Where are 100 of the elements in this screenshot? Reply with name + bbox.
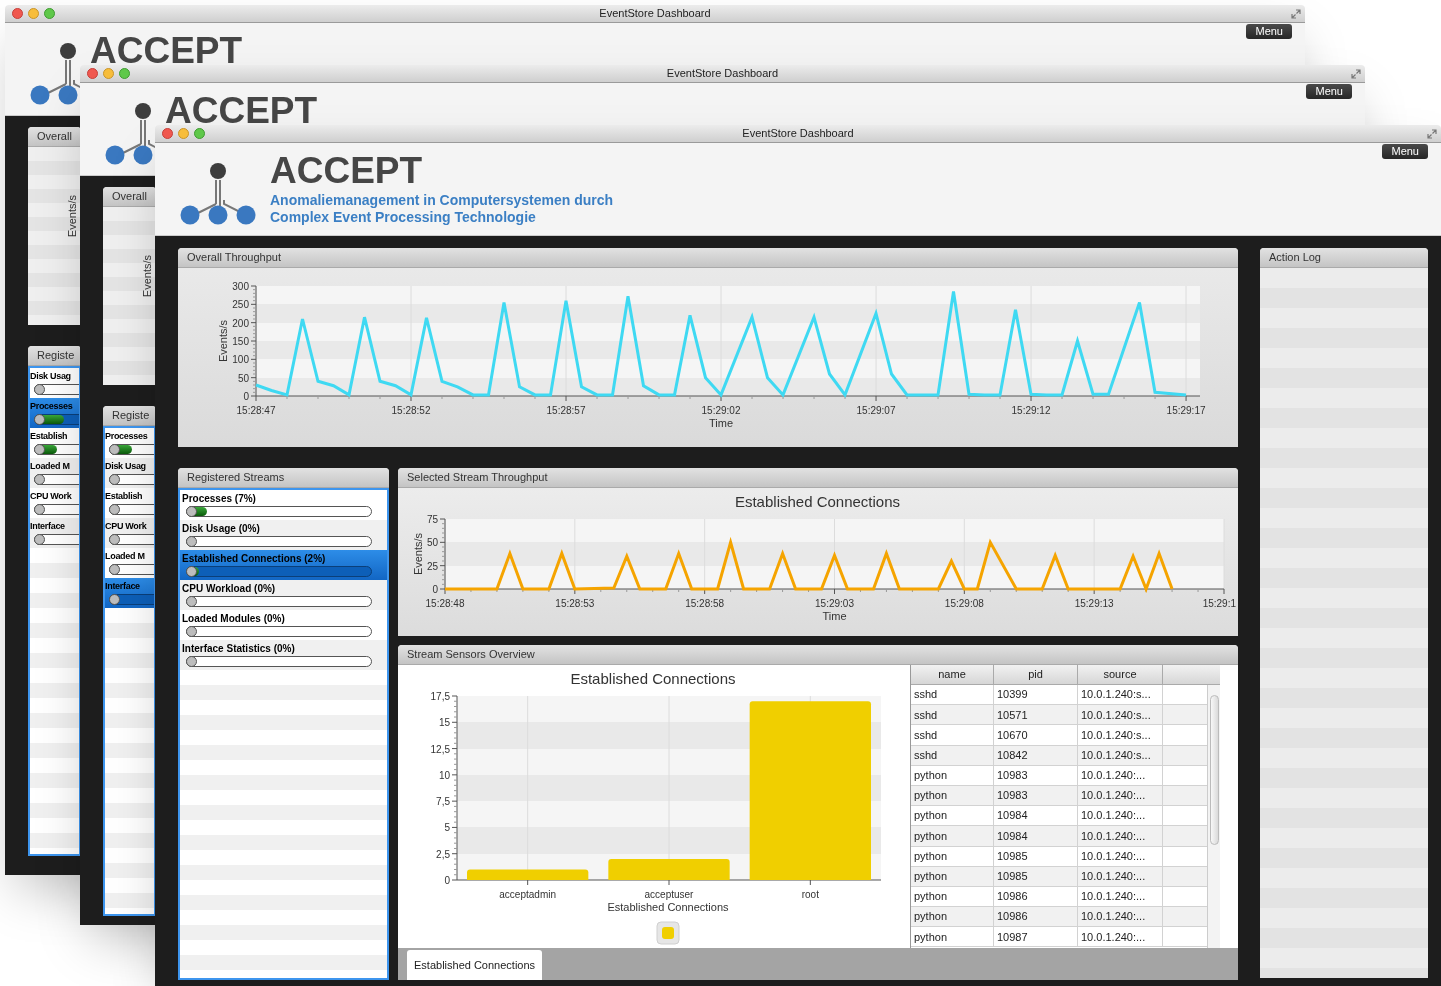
subtitle-text: Anomaliemanagement in Computersystemen durch bbox=[270, 192, 614, 209]
stream-item[interactable]: Disk Usag bbox=[105, 458, 154, 488]
tick-label: 15:29:08 bbox=[944, 598, 984, 609]
stream-label: Disk Usag bbox=[105, 460, 147, 473]
axis-title: Events/s bbox=[64, 194, 79, 238]
stream-label: Establish bbox=[105, 490, 144, 503]
table-cell: 10.0.1.240:... bbox=[1078, 927, 1163, 948]
panel-title: Selected Stream Throughput bbox=[398, 468, 1238, 488]
resize-icon[interactable] bbox=[1351, 68, 1361, 79]
subtitle-text: Complex Event Processing Technologie bbox=[270, 209, 537, 226]
stream-label: CPU Work bbox=[105, 520, 148, 533]
zoom-button[interactable] bbox=[44, 8, 55, 19]
stream-label: Loaded M bbox=[105, 550, 146, 563]
tick-label: 15:28:58 bbox=[685, 598, 725, 609]
panel-title: Overall bbox=[28, 127, 81, 147]
stream-item[interactable]: CPU Workload (0%) bbox=[180, 580, 387, 610]
tick-label: 12,5 bbox=[430, 743, 450, 755]
table-cell: 10.0.1.240:... bbox=[1078, 826, 1163, 847]
table-cell: python bbox=[911, 927, 994, 948]
tick-label: 15:29:03 bbox=[815, 598, 854, 609]
y-axis bbox=[439, 518, 446, 590]
stream-item[interactable]: Interface bbox=[105, 578, 154, 608]
slider-knob bbox=[186, 656, 197, 667]
slider-knob bbox=[186, 536, 197, 547]
slider-knob bbox=[109, 564, 120, 575]
stream-item[interactable]: Loaded M bbox=[30, 458, 79, 488]
panel-title: Registe bbox=[103, 406, 156, 426]
category-label: root bbox=[801, 889, 819, 900]
close-button[interactable] bbox=[12, 8, 23, 19]
tick-label: 150 bbox=[232, 336, 249, 347]
close-button[interactable] bbox=[162, 128, 173, 139]
column-header: source bbox=[1078, 665, 1163, 685]
slider-knob bbox=[34, 444, 45, 455]
minimize-button[interactable] bbox=[178, 128, 189, 139]
stream-label: Disk Usage (0%) bbox=[182, 522, 261, 535]
stream-label: Processes bbox=[30, 400, 74, 413]
resize-icon[interactable] bbox=[1291, 8, 1301, 19]
tick-label: 15:29:02 bbox=[701, 405, 741, 416]
zoom-button[interactable] bbox=[194, 128, 205, 139]
slider-knob bbox=[186, 596, 197, 607]
minimize-button[interactable] bbox=[103, 68, 114, 79]
stream-label: Loaded Modules (0%) bbox=[182, 612, 286, 625]
slider-knob bbox=[109, 474, 120, 485]
stream-item[interactable]: Processes bbox=[30, 398, 79, 428]
window-title: EventStore Dashboard bbox=[666, 66, 779, 82]
stream-item[interactable]: Interface Statistics (0%) bbox=[180, 640, 387, 670]
tick-label: 15:29:17 bbox=[1166, 405, 1206, 416]
stream-item[interactable]: Interface bbox=[30, 518, 79, 548]
table-cell: 10984 bbox=[994, 826, 1078, 847]
minimize-button[interactable] bbox=[28, 8, 39, 19]
tick-label: 50 bbox=[237, 372, 249, 384]
table-cell: python bbox=[911, 765, 994, 786]
table-cell: 10985 bbox=[994, 866, 1078, 887]
scroll-thumb[interactable] bbox=[1209, 695, 1219, 845]
slider-knob bbox=[109, 504, 120, 515]
axis-title: Events/s bbox=[412, 532, 424, 576]
stream-label: Establish bbox=[30, 430, 69, 443]
table-cell: 10.0.1.240:... bbox=[1078, 846, 1163, 867]
close-button[interactable] bbox=[87, 68, 98, 79]
logo-icon bbox=[105, 100, 155, 166]
slider-knob bbox=[186, 626, 197, 637]
table-cell: 10.0.1.240:... bbox=[1078, 765, 1163, 786]
category-label: acceptuser bbox=[644, 889, 694, 900]
slider-knob bbox=[109, 594, 120, 605]
stream-label: CPU Work bbox=[30, 490, 73, 503]
menu-button[interactable]: Menu bbox=[1246, 24, 1292, 39]
tick-label: 15:28:48 bbox=[425, 598, 465, 609]
table-cell: 10985 bbox=[994, 846, 1078, 867]
resize-icon[interactable] bbox=[1427, 128, 1437, 139]
tick-label: 15:29:12 bbox=[1011, 405, 1051, 416]
panel-title: Registe bbox=[28, 346, 81, 366]
column-header: pid bbox=[994, 665, 1078, 685]
stream-item[interactable]: Established Connections (2%) bbox=[180, 550, 387, 580]
table-cell: 10670 bbox=[994, 725, 1078, 746]
stream-label: Processes (7%) bbox=[182, 492, 257, 505]
brand-title: ACCEPT bbox=[165, 90, 318, 132]
stream-label: Processes bbox=[105, 430, 149, 443]
tick-label: 15:28:57 bbox=[546, 405, 586, 416]
slider-knob bbox=[186, 506, 197, 517]
panel-title: Registered Streams bbox=[178, 468, 389, 488]
column-header bbox=[1163, 665, 1220, 685]
tick-label: 15:29:1 bbox=[1202, 598, 1236, 609]
logo-icon bbox=[30, 40, 80, 106]
stream-item[interactable]: CPU Work bbox=[105, 518, 154, 548]
table-cell: python bbox=[911, 846, 994, 867]
tick-label: 200 bbox=[232, 317, 249, 329]
panel-title: Stream Sensors Overview bbox=[398, 645, 1238, 665]
panel-title: Overall bbox=[103, 187, 156, 207]
axis-title: Events/s bbox=[217, 319, 229, 363]
menu-button[interactable]: Menu bbox=[1382, 144, 1428, 159]
brand-title: ACCEPT bbox=[270, 150, 424, 192]
stream-item[interactable]: Disk Usage (0%) bbox=[180, 520, 387, 550]
scrollbar[interactable] bbox=[1207, 685, 1220, 948]
brand-title: ACCEPT bbox=[90, 30, 243, 72]
stream-label: Interface Statistics (0%) bbox=[182, 642, 296, 655]
tab[interactable]: Established Connections bbox=[407, 950, 543, 980]
zoom-button[interactable] bbox=[119, 68, 130, 79]
stream-label: Disk Usag bbox=[30, 370, 72, 383]
menu-button[interactable]: Menu bbox=[1306, 84, 1352, 99]
slider-knob bbox=[34, 414, 45, 425]
